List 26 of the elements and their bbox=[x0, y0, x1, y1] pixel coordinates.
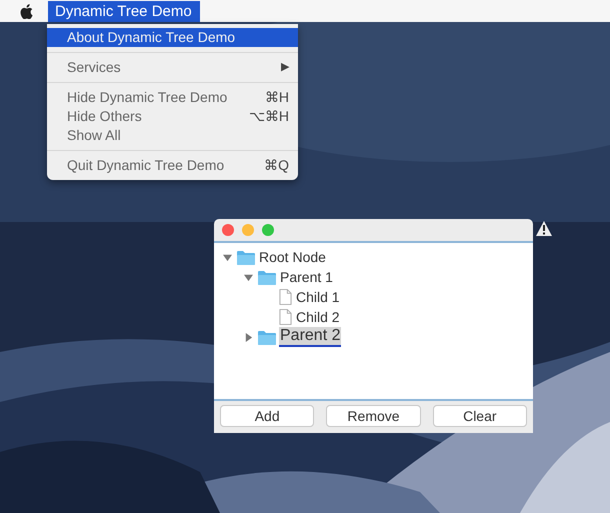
push-button[interactable]: Clear bbox=[432, 405, 527, 427]
menu-item[interactable]: About Dynamic Tree Demo bbox=[47, 28, 298, 47]
expanded-triangle-icon[interactable] bbox=[244, 272, 252, 282]
menu-item[interactable]: Hide Others ⌥⌘H bbox=[47, 107, 298, 126]
push-button[interactable]: Remove bbox=[326, 405, 421, 427]
close-button[interactable] bbox=[222, 224, 234, 236]
tree-node[interactable]: Parent 1 bbox=[279, 269, 334, 285]
document-icon bbox=[279, 309, 292, 325]
document-icon bbox=[279, 289, 292, 305]
push-button[interactable]: Add bbox=[220, 405, 314, 427]
folder-icon bbox=[258, 270, 276, 284]
menu-item[interactable]: Show All bbox=[47, 126, 298, 145]
menu-item[interactable]: Services ▶ bbox=[47, 58, 298, 77]
collapsed-triangle-icon[interactable] bbox=[244, 332, 252, 342]
app-menu-title[interactable]: Dynamic Tree Demo bbox=[48, 0, 200, 22]
tree-node[interactable]: Child 1 bbox=[295, 289, 341, 305]
tree-node[interactable]: Child 2 bbox=[295, 309, 341, 325]
menu-item[interactable]: Hide Dynamic Tree Demo ⌘H bbox=[47, 88, 298, 107]
warning-icon bbox=[536, 221, 552, 236]
menu-item[interactable]: Quit Dynamic Tree Demo ⌘Q bbox=[47, 156, 298, 175]
tree-node[interactable]: Root Node bbox=[258, 249, 327, 265]
expanded-triangle-icon[interactable] bbox=[222, 252, 232, 262]
folder-icon bbox=[258, 330, 276, 344]
folder-icon bbox=[237, 250, 255, 264]
apple-logo-icon[interactable] bbox=[20, 4, 33, 18]
tree-node[interactable]: Parent 2 bbox=[279, 327, 342, 347]
